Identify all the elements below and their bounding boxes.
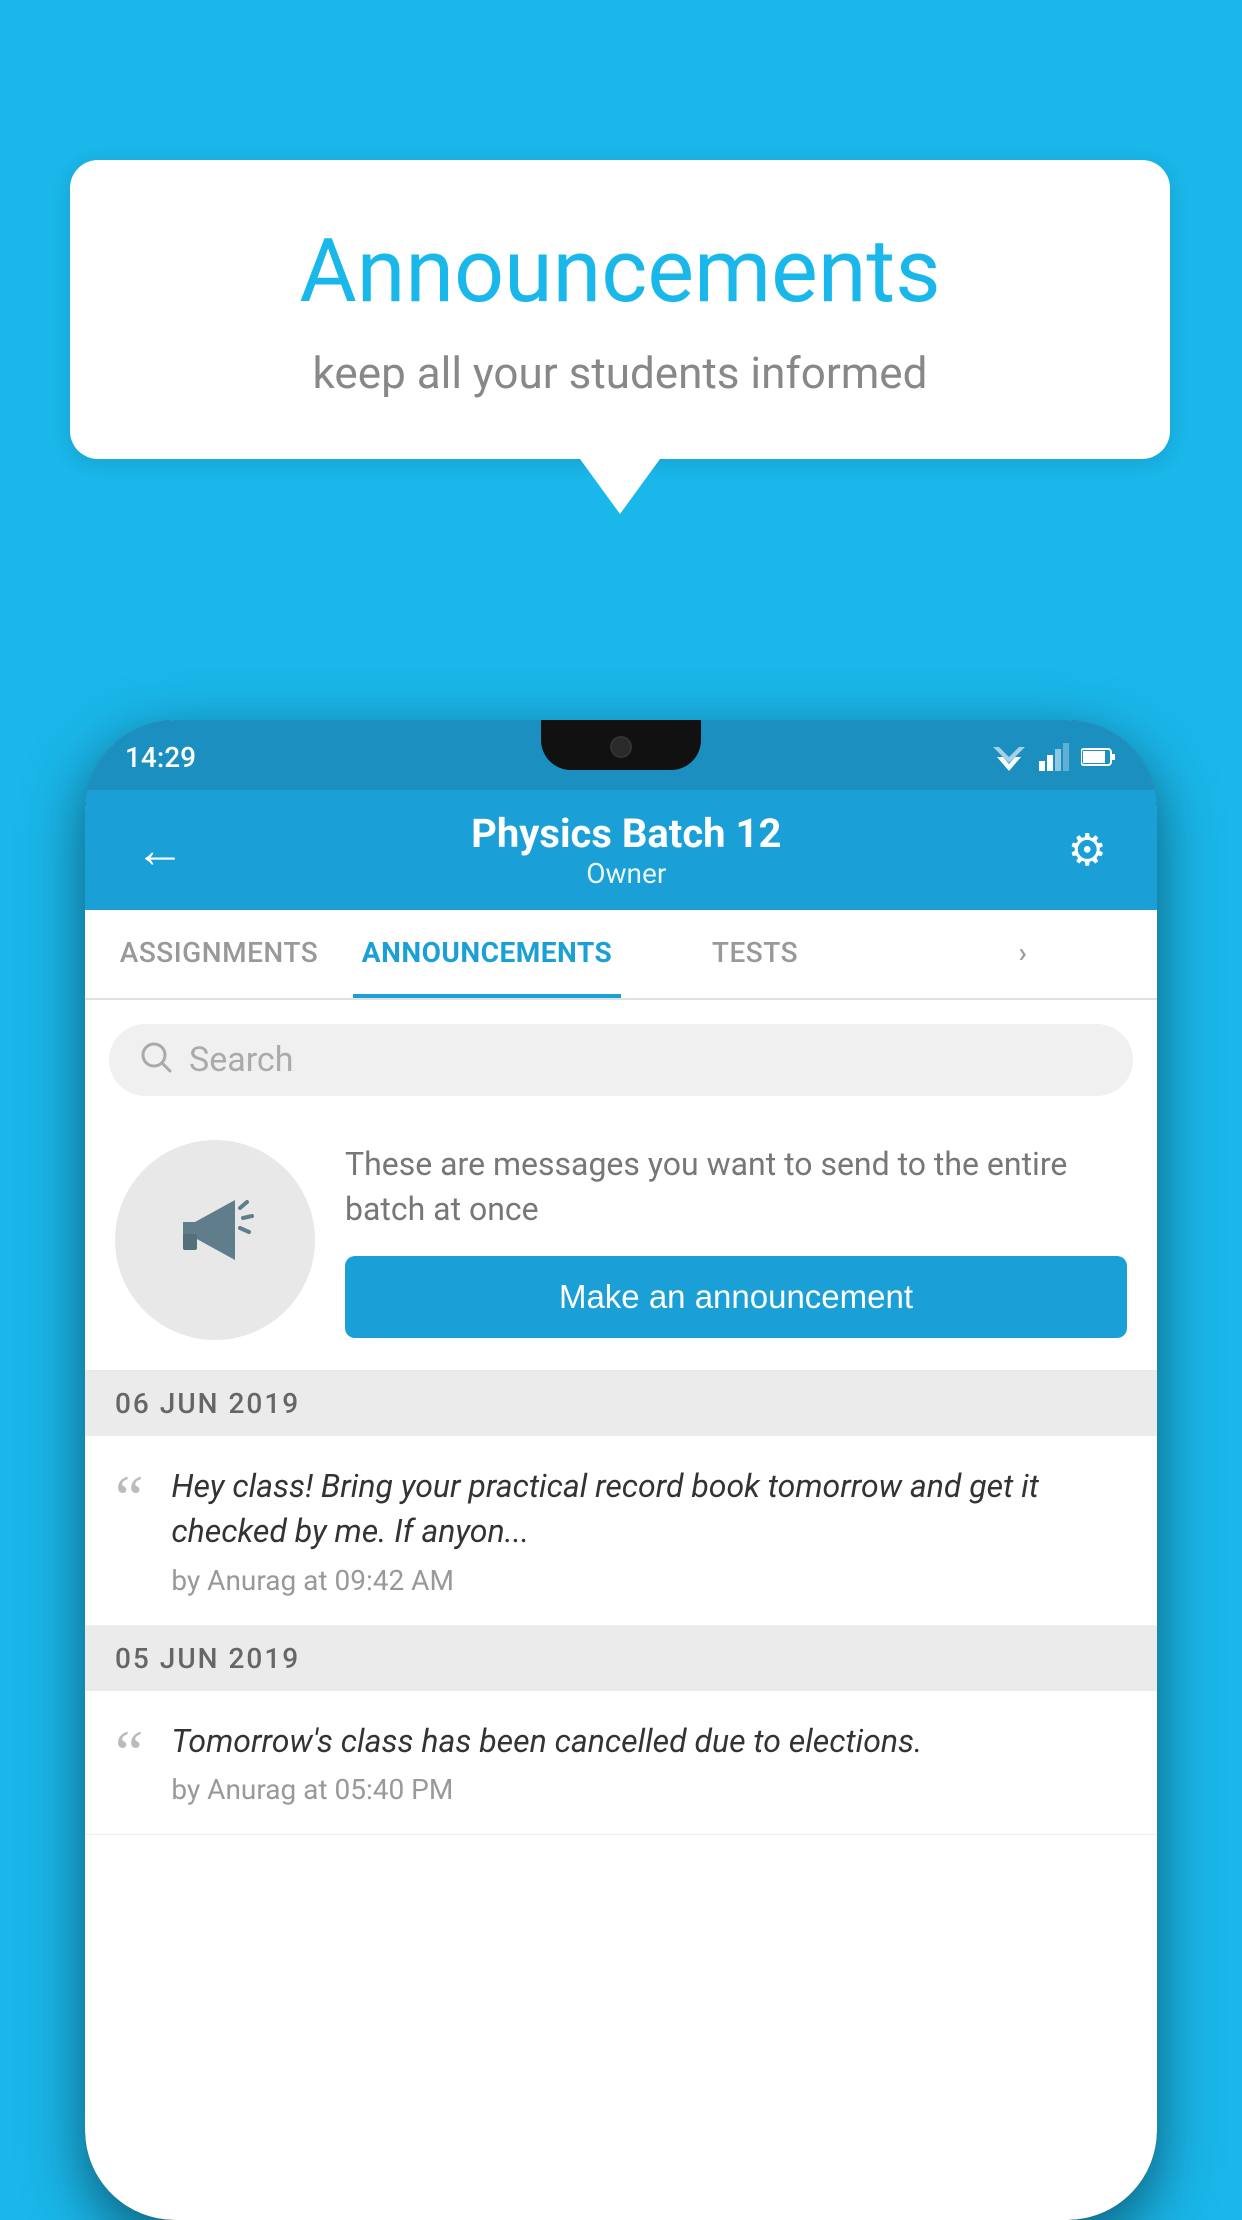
tab-assignments[interactable]: ASSIGNMENTS bbox=[85, 910, 353, 998]
speech-bubble-arrow bbox=[580, 459, 660, 514]
search-bar[interactable]: Search bbox=[109, 1024, 1133, 1096]
page-subtitle: keep all your students informed bbox=[150, 347, 1090, 399]
back-button[interactable]: ← bbox=[125, 811, 195, 890]
date-divider-1: 06 JUN 2019 bbox=[85, 1371, 1157, 1436]
announcement-meta-1: by Anurag at 09:42 AM bbox=[171, 1564, 1127, 1597]
announcement-text-1: Hey class! Bring your practical record b… bbox=[171, 1464, 1127, 1554]
announcement-meta-2: by Anurag at 05:40 PM bbox=[171, 1773, 1127, 1806]
search-placeholder: Search bbox=[189, 1040, 293, 1080]
quote-icon-1: “ bbox=[115, 1464, 143, 1523]
batch-subtitle: Owner bbox=[195, 857, 1058, 890]
announcement-description: These are messages you want to send to t… bbox=[345, 1142, 1127, 1232]
announcement-item-2[interactable]: “ Tomorrow's class has been cancelled du… bbox=[85, 1691, 1157, 1836]
announcement-placeholder: These are messages you want to send to t… bbox=[85, 1120, 1157, 1371]
announcement-text-2: Tomorrow's class has been cancelled due … bbox=[171, 1719, 1127, 1764]
signal-icon bbox=[1039, 743, 1069, 771]
megaphone-icon bbox=[165, 1180, 265, 1300]
tab-more[interactable]: › bbox=[889, 910, 1157, 998]
app-bar: ← Physics Batch 12 Owner ⚙ bbox=[85, 790, 1157, 910]
app-bar-title-wrap: Physics Batch 12 Owner bbox=[195, 810, 1058, 890]
announcement-text-wrap-1: Hey class! Bring your practical record b… bbox=[171, 1464, 1127, 1597]
page-title: Announcements bbox=[150, 220, 1090, 323]
announcement-text-wrap-2: Tomorrow's class has been cancelled due … bbox=[171, 1719, 1127, 1807]
wifi-icon bbox=[991, 743, 1027, 771]
megaphone-circle bbox=[115, 1140, 315, 1340]
speech-bubble-card: Announcements keep all your students inf… bbox=[70, 160, 1170, 459]
tabs-bar: ASSIGNMENTS ANNOUNCEMENTS TESTS › bbox=[85, 910, 1157, 1000]
content-area: Search bbox=[85, 1000, 1157, 2220]
phone-screen: 14:29 ← bbox=[85, 720, 1157, 2220]
phone-frame: 14:29 ← bbox=[85, 720, 1157, 2220]
tab-announcements[interactable]: ANNOUNCEMENTS bbox=[353, 910, 621, 998]
quote-icon-2: “ bbox=[115, 1719, 143, 1778]
search-icon bbox=[139, 1040, 173, 1080]
settings-button[interactable]: ⚙ bbox=[1058, 814, 1117, 886]
status-icons bbox=[991, 739, 1117, 771]
announcement-item-1[interactable]: “ Hey class! Bring your practical record… bbox=[85, 1436, 1157, 1626]
make-announcement-button[interactable]: Make an announcement bbox=[345, 1256, 1127, 1338]
speech-bubble-container: Announcements keep all your students inf… bbox=[70, 160, 1170, 514]
announcement-right: These are messages you want to send to t… bbox=[345, 1142, 1127, 1338]
phone-notch bbox=[541, 720, 701, 770]
front-camera bbox=[610, 736, 632, 758]
battery-icon bbox=[1081, 747, 1117, 767]
batch-title: Physics Batch 12 bbox=[195, 810, 1058, 857]
tab-tests[interactable]: TESTS bbox=[621, 910, 889, 998]
status-time: 14:29 bbox=[125, 737, 196, 774]
date-divider-2: 05 JUN 2019 bbox=[85, 1626, 1157, 1691]
